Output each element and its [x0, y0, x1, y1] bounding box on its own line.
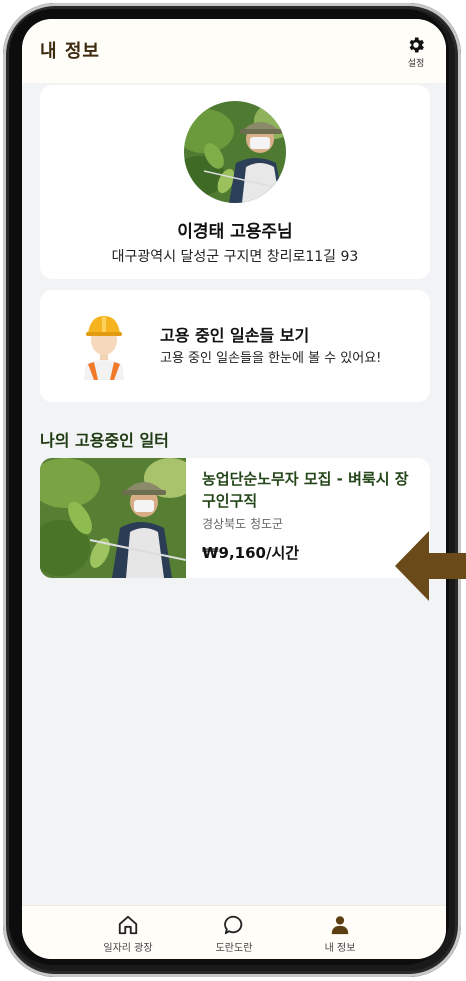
job-title: 농업단순노무자 모집 - 벼룩시 장구인구직 [202, 470, 409, 510]
job-thumbnail [40, 458, 186, 578]
job-location: 경상북도 청도군 [202, 517, 284, 531]
nav-label: 내 정보 [324, 943, 356, 954]
worker-icon [84, 316, 124, 380]
person-icon [331, 916, 349, 935]
chat-bubble-icon [224, 915, 243, 935]
view-workers-card[interactable]: 고용 중인 일손들 보기 고용 중인 일손들을 한눈에 볼 수 있어요! [40, 290, 430, 402]
profile-address: 대구광역시 달성군 구지면 창리로11길 93 [111, 249, 359, 265]
arrow-left-icon [395, 531, 466, 601]
avatar [184, 101, 286, 203]
nav-item-chat[interactable]: 도란도란 [189, 914, 279, 954]
workers-card-description: 고용 중인 일손들을 한눈에 볼 수 있어요! [160, 351, 382, 366]
profile-card: 이경태 고용주님 대구광역시 달성군 구지면 창리로11길 93 [40, 85, 430, 279]
app-header: 내 정보 설정 [22, 19, 446, 83]
page-title: 내 정보 [40, 41, 100, 62]
nav-label: 일자리 광장 [103, 943, 153, 954]
profile-name: 이경태 고용주님 [177, 222, 293, 242]
settings-label: 설정 [407, 59, 425, 69]
nav-label: 도란도란 [215, 943, 253, 954]
settings-button[interactable]: 설정 [400, 35, 432, 69]
home-icon [118, 915, 138, 935]
section-title: 나의 고용중인 일터 [40, 431, 169, 450]
job-card[interactable]: 농업단순노무자 모집 - 벼룩시 장구인구직 경상북도 청도군 ₩9,160/시… [40, 458, 430, 578]
workers-card-title: 고용 중인 일손들 보기 [160, 326, 310, 345]
nav-item-job-square[interactable]: 일자리 광장 [83, 914, 173, 954]
bottom-nav: 일자리 광장 도란도란 내 정보 [22, 905, 446, 959]
app-screen: 내 정보 설정 이경태 고용주님 대구광역시 달성군 구지면 창리로11길 93… [22, 19, 446, 959]
job-wage: ₩9,160/시간 [202, 544, 300, 562]
gear-icon [409, 37, 424, 53]
nav-item-my-info[interactable]: 내 정보 [295, 914, 385, 954]
